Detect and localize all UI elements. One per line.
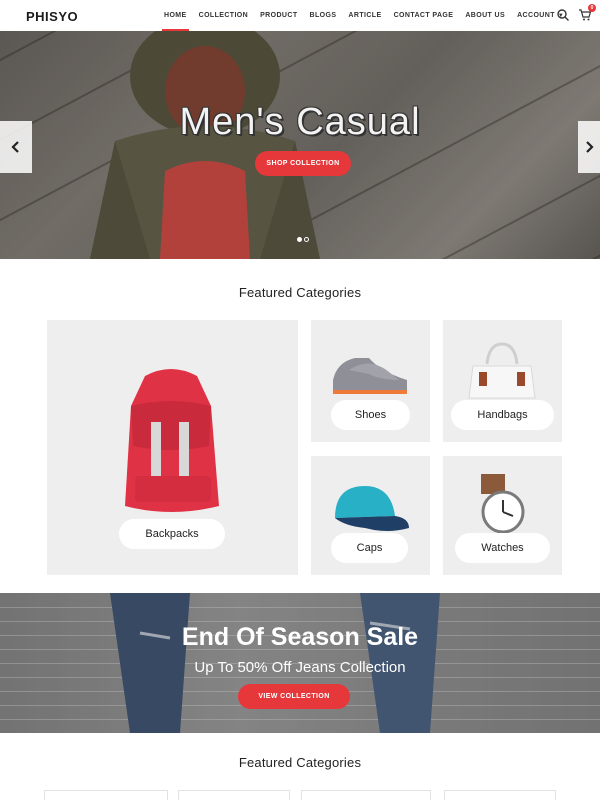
main-nav: HOME COLLECTION PRODUCT BLOGS ARTICLE CO… <box>158 0 570 31</box>
featured-categories-title: Featured Categories <box>238 285 362 300</box>
slider-dots <box>297 237 309 242</box>
nav-product[interactable]: PRODUCT <box>254 0 303 31</box>
sale-banner: End Of Season Sale Up To 50% Off Jeans C… <box>0 593 600 733</box>
view-collection-button[interactable]: VIEW COLLECTION <box>238 684 350 709</box>
cap-icon <box>335 486 409 531</box>
slider-prev-button[interactable] <box>0 121 32 173</box>
sale-subtitle: Up To 50% Off Jeans Collection <box>194 659 406 676</box>
nav-contact-page[interactable]: CONTACT PAGE <box>388 0 460 31</box>
category-tile-backpacks[interactable]: Backpacks <box>47 320 298 575</box>
category-label-shoes: Shoes <box>331 400 410 430</box>
slider-next-button[interactable] <box>578 121 600 173</box>
category-tile-shoes[interactable]: Shoes <box>311 320 430 442</box>
nav-home[interactable]: HOME <box>158 0 193 31</box>
category-tile-handbags[interactable]: Handbags <box>443 320 562 442</box>
cart-count-badge: 0 <box>588 4 596 12</box>
slider-dot-2[interactable] <box>304 237 309 242</box>
category-card-stub[interactable] <box>301 790 431 800</box>
backpack-icon <box>125 369 219 512</box>
chevron-right-icon <box>586 141 594 153</box>
nav-account-label: ACCOUNT <box>517 12 555 19</box>
category-label-caps: Caps <box>331 533 408 563</box>
hero-slider: Men's Casual SHOP COLLECTION <box>0 31 600 259</box>
slider-dot-1[interactable] <box>297 237 302 242</box>
nav-about-us[interactable]: ABOUT US <box>459 0 511 31</box>
category-card-stub[interactable] <box>444 790 556 800</box>
nav-article[interactable]: ARTICLE <box>342 0 387 31</box>
handbag-icon <box>468 342 536 399</box>
category-label-handbags: Handbags <box>451 400 554 430</box>
category-tile-caps[interactable]: Caps <box>311 456 430 575</box>
watch-icon <box>481 474 525 534</box>
search-icon[interactable] <box>556 8 570 22</box>
sale-title: End Of Season Sale <box>181 623 419 651</box>
nav-blogs[interactable]: BLOGS <box>304 0 343 31</box>
site-logo[interactable]: PHISYO <box>26 9 78 24</box>
nav-collection[interactable]: COLLECTION <box>193 0 255 31</box>
hero-title: Men's Casual <box>179 101 421 143</box>
shoe-icon <box>333 358 407 394</box>
category-label-backpacks: Backpacks <box>119 519 225 549</box>
category-label-watches: Watches <box>455 533 550 563</box>
site-header: PHISYO HOME COLLECTION PRODUCT BLOGS ART… <box>0 0 600 31</box>
featured-categories-title-2: Featured Categories <box>238 755 362 770</box>
category-tile-watches[interactable]: Watches <box>443 456 562 575</box>
shop-collection-button[interactable]: SHOP COLLECTION <box>255 151 351 176</box>
category-card-stub[interactable] <box>44 790 168 800</box>
category-card-stub[interactable] <box>178 790 290 800</box>
chevron-left-icon <box>11 141 19 153</box>
cart-icon[interactable]: 0 <box>578 4 596 22</box>
